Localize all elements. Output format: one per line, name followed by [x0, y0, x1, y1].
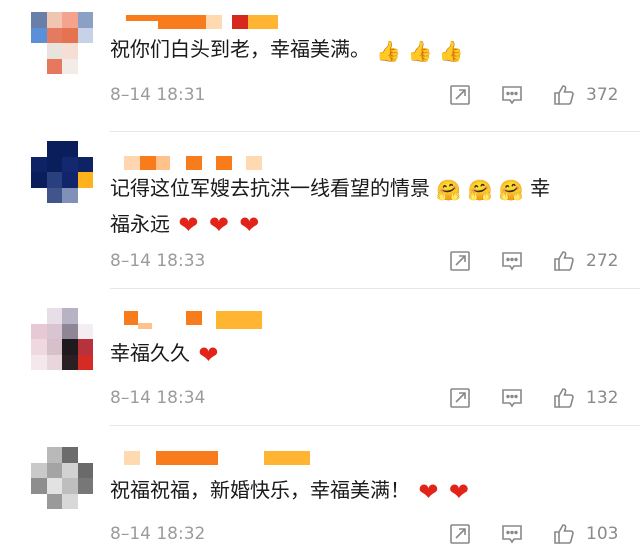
heart-icon: ❤: [178, 211, 199, 239]
thumbs-up-icon: 👍: [438, 38, 464, 63]
comment-icon[interactable]: [500, 522, 524, 546]
username-redacted[interactable]: [110, 311, 270, 331]
like-count: 103: [586, 524, 619, 544]
share-icon[interactable]: [448, 386, 472, 410]
divider: [110, 131, 640, 132]
username-redacted[interactable]: [110, 15, 280, 29]
username-redacted[interactable]: [110, 451, 310, 465]
heart-icon: ❤: [208, 211, 229, 239]
like-icon[interactable]: [552, 249, 576, 273]
comment-body: 幸福久久: [110, 341, 190, 365]
share-icon[interactable]: [448, 249, 472, 273]
comment-time: 8–14 18:33: [110, 251, 206, 271]
hugging-face-icon: 🤗: [467, 177, 493, 202]
avatar[interactable]: [31, 12, 93, 74]
avatar[interactable]: [31, 447, 93, 509]
comment-meta: 8–14 18:33 272: [0, 249, 640, 273]
like-icon[interactable]: [552, 522, 576, 546]
comment-body: 祝福祝福，新婚快乐，幸福美满！: [110, 478, 410, 502]
like-count: 132: [586, 388, 619, 408]
comment-meta: 8–14 18:31 372: [0, 83, 640, 107]
like-count: 372: [586, 85, 619, 105]
like-icon[interactable]: [552, 83, 576, 107]
heart-icon: ❤: [239, 211, 260, 239]
comment-icon[interactable]: [500, 83, 524, 107]
divider: [110, 288, 640, 289]
avatar[interactable]: [31, 141, 93, 203]
heart-icon: ❤: [418, 477, 439, 506]
comment-body-tail: 幸: [530, 176, 551, 200]
share-icon[interactable]: [448, 83, 472, 107]
comment-body: 祝你们白头到老，幸福美满。: [110, 37, 370, 61]
comment-meta: 8–14 18:32 103: [0, 522, 640, 546]
heart-icon: ❤: [448, 477, 469, 506]
avatar[interactable]: [31, 308, 93, 370]
comment-meta: 8–14 18:34 132: [0, 386, 640, 410]
thumbs-up-icon: 👍: [376, 38, 402, 63]
comment-icon[interactable]: [500, 249, 524, 273]
hugging-face-icon: 🤗: [436, 177, 462, 202]
like-icon[interactable]: [552, 386, 576, 410]
divider: [110, 425, 640, 426]
share-icon[interactable]: [448, 522, 472, 546]
comment-body-line2: 福永远: [110, 211, 170, 236]
thumbs-up-icon: 👍: [407, 38, 433, 63]
comment-body: 记得这位军嫂去抗洪一线看望的情景: [110, 176, 430, 200]
comment-icon[interactable]: [500, 386, 524, 410]
hugging-face-icon: 🤗: [498, 177, 524, 202]
comment-time: 8–14 18:34: [110, 388, 206, 408]
like-count: 272: [586, 251, 619, 271]
comment-text: 记得这位军嫂去抗洪一线看望的情景 🤗 🤗 🤗 幸 福永远 ❤ ❤ ❤: [110, 171, 630, 241]
comment-text: 幸福久久 ❤: [110, 336, 630, 370]
comment-text: 祝你们白头到老，幸福美满。 👍 👍 👍: [110, 32, 630, 68]
username-redacted[interactable]: [110, 156, 270, 170]
comment-time: 8–14 18:32: [110, 524, 206, 544]
comment-text: 祝福祝福，新婚快乐，幸福美满！ ❤ ❤: [110, 473, 630, 507]
heart-icon: ❤: [198, 340, 219, 369]
comment-time: 8–14 18:31: [110, 85, 206, 105]
